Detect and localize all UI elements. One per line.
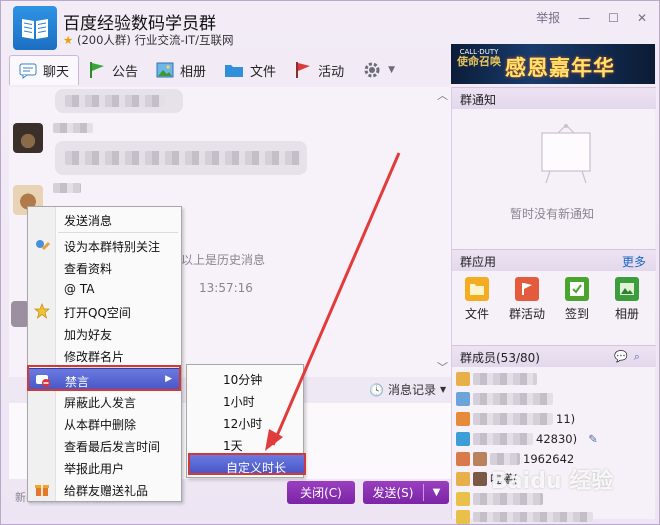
annotation-arrow [265, 152, 401, 451]
qq-group-chat-window: 百度经验数码学员群 ★ (200人群) 行业交流-IT/互联网 举报 — ☐ ✕… [0, 0, 660, 525]
watermark: Baidu 经验 [491, 469, 614, 494]
